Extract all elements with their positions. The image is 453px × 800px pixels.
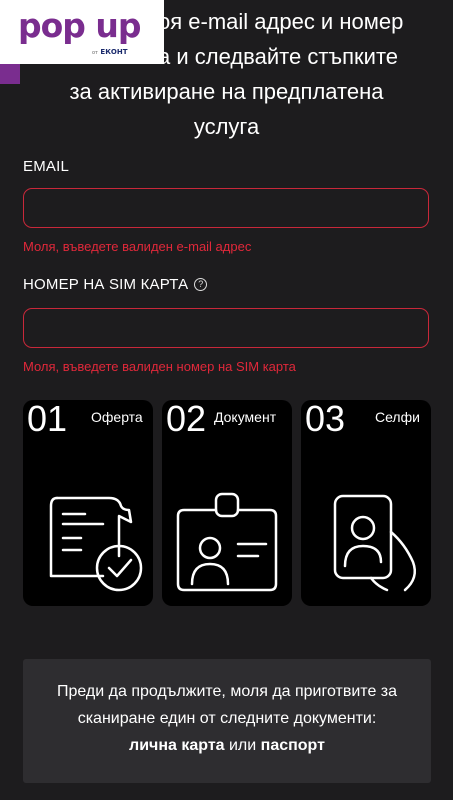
step-number: 03 bbox=[305, 398, 346, 439]
documents-note: Преди да продължите, моля да приготвите … bbox=[23, 659, 431, 783]
heading-line-4: услуга bbox=[193, 114, 260, 139]
help-icon[interactable]: ? bbox=[194, 278, 208, 291]
sim-label: НОМЕР НА SIM КАРТА? bbox=[23, 276, 208, 293]
id-card-icon bbox=[176, 492, 278, 592]
doc-id-card: лична карта bbox=[129, 737, 225, 754]
doc-passport: паспорт bbox=[260, 737, 325, 754]
note-connector: или bbox=[224, 737, 261, 754]
step-card-document: 02 Документ bbox=[162, 400, 292, 606]
logo-brand: от ЕКОНТ bbox=[92, 48, 128, 56]
email-label: EMAIL bbox=[23, 158, 70, 175]
popup-logo[interactable]: pop up от ЕКОНТ bbox=[0, 0, 164, 64]
sim-label-text: НОМЕР НА SIM КАРТА bbox=[23, 276, 189, 293]
document-check-icon bbox=[49, 496, 143, 592]
step-number: 02 bbox=[166, 398, 207, 439]
step-card-offer: 01 Оферта bbox=[23, 400, 153, 606]
note-line-2: сканиране един от следните документи: bbox=[77, 710, 377, 727]
heading-line-3: за активиране на предплатена bbox=[69, 79, 384, 104]
step-title: Документ bbox=[214, 409, 277, 425]
step-card-selfie: 03 Селфи bbox=[301, 400, 431, 606]
note-line-3: лична карта или паспорт bbox=[23, 732, 431, 759]
logo-text: pop up bbox=[18, 6, 142, 45]
note-line-1: Преди да продължите, моля да приготвите … bbox=[56, 683, 398, 700]
sim-error: Моля, въведете валиден номер на SIM карт… bbox=[23, 359, 296, 374]
sim-number-field[interactable] bbox=[23, 308, 429, 348]
step-title: Селфи bbox=[375, 409, 420, 425]
email-error: Моля, въведете валиден e-mail адрес bbox=[23, 239, 252, 254]
step-title: Оферта bbox=[91, 409, 143, 425]
step-number: 01 bbox=[27, 398, 68, 439]
phone-selfie-icon bbox=[333, 494, 416, 592]
logo-accent-stripe bbox=[0, 64, 20, 84]
email-field[interactable] bbox=[23, 188, 429, 228]
